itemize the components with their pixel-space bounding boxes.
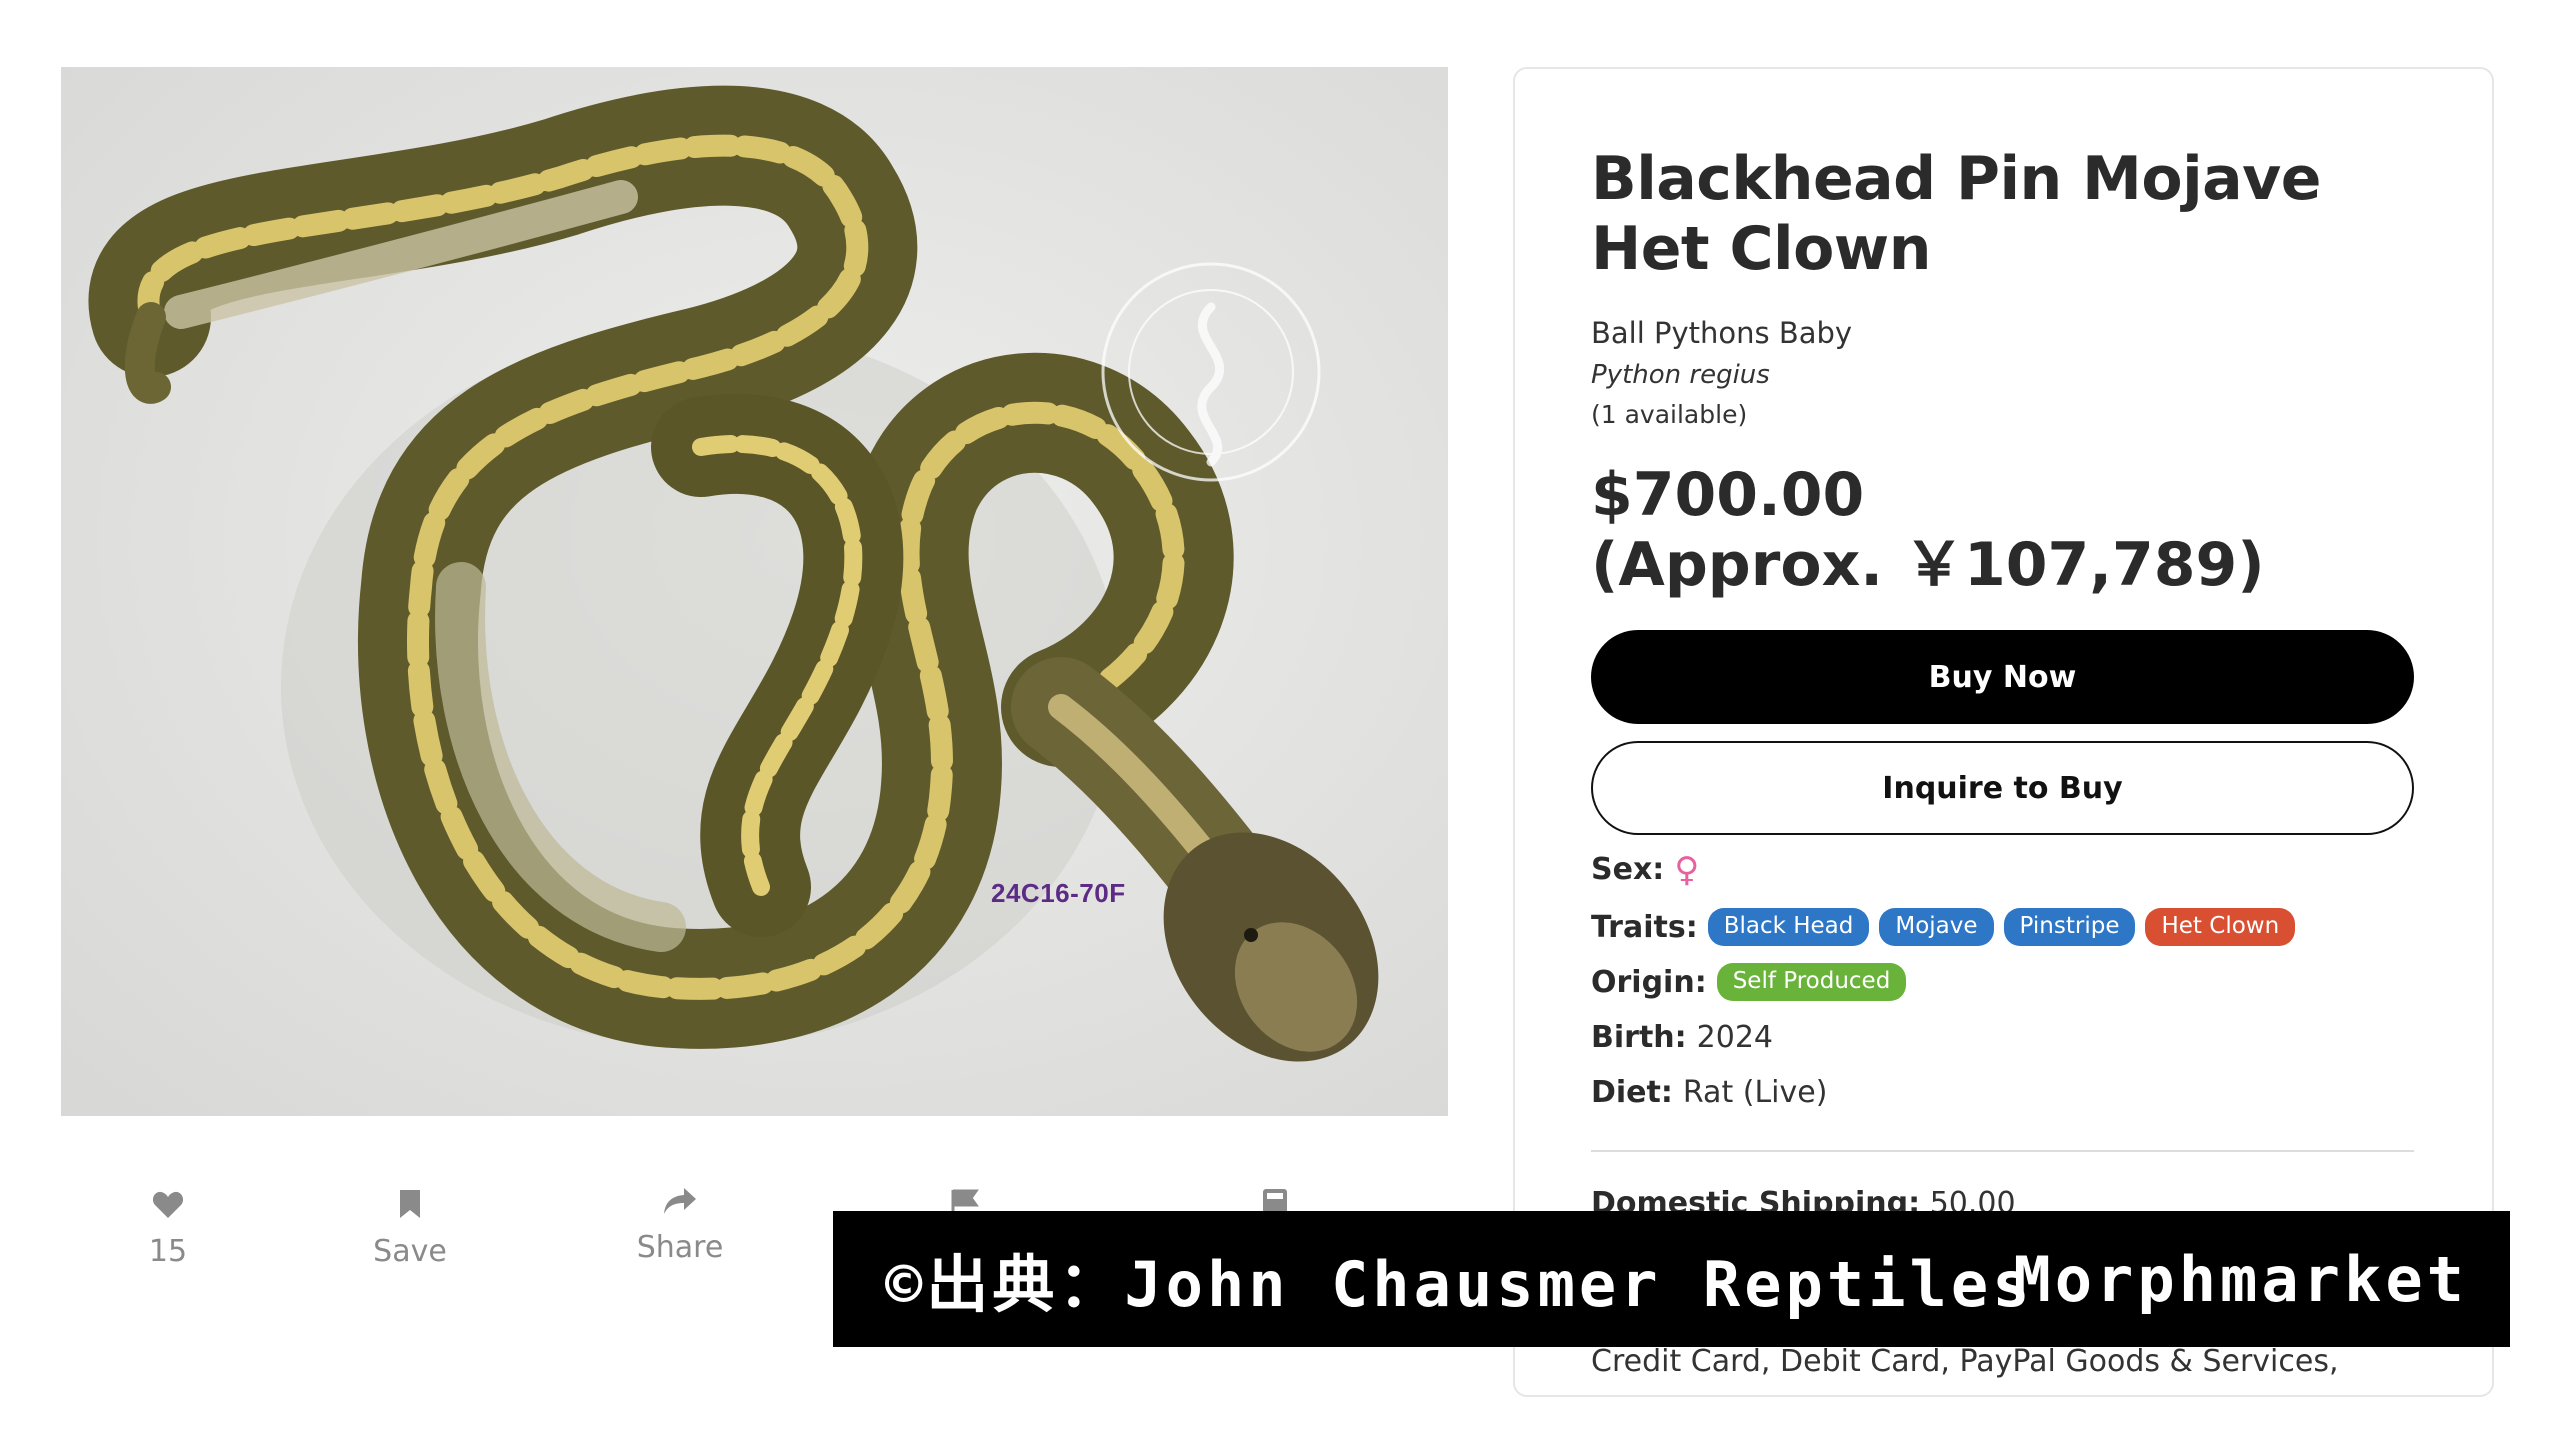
diet-value: Rat (Live) [1682, 1075, 1828, 1110]
price: $700.00 [1591, 460, 1865, 530]
birth-label: Birth: [1591, 1020, 1687, 1055]
traits-row: Traits: Black Head Mojave Pinstripe Het … [1591, 908, 2305, 946]
listing-title: Blackhead Pin Mojave Het Clown [1591, 144, 2321, 284]
species-name: Python regius [1591, 360, 1770, 390]
availability: (1 available) [1591, 400, 1748, 429]
origin-tag[interactable]: Self Produced [1716, 963, 1907, 1001]
payment-methods: Credit Card, Debit Card, PayPal Goods & … [1591, 1344, 2339, 1379]
photo-id-label: 24C16-70F [991, 878, 1126, 908]
share-button[interactable]: Share [615, 1186, 745, 1265]
origin-row: Origin: Self Produced [1591, 963, 1916, 1001]
birth-value: 2024 [1696, 1020, 1773, 1055]
buy-now-button[interactable]: Buy Now [1591, 630, 2414, 724]
share-label: Share [636, 1230, 724, 1265]
female-icon: ♀ [1674, 849, 1700, 890]
bookmark-icon [400, 1190, 420, 1218]
like-button[interactable]: 15 [120, 1190, 216, 1269]
price-approx: (Approx. ￥107,789) [1591, 530, 2265, 600]
trait-tag[interactable]: Het Clown [2145, 908, 2296, 946]
share-icon [664, 1188, 696, 1214]
source-credit: ©出典：John Chausmer Reptiles [885, 1248, 2034, 1321]
snake-image [61, 67, 1448, 1116]
traits-label: Traits: [1591, 909, 1698, 945]
birth-row: Birth: 2024 [1591, 1020, 1773, 1055]
source-banner: ©出典：John Chausmer Reptiles Morphmarket [833, 1211, 2510, 1347]
origin-label: Origin: [1591, 964, 1707, 1000]
diet-row: Diet: Rat (Live) [1591, 1075, 1827, 1110]
diet-label: Diet: [1591, 1075, 1673, 1110]
price-block: $700.00 (Approx. ￥107,789) [1591, 460, 2265, 600]
sex-label: Sex: [1591, 852, 1665, 887]
product-photo[interactable]: 24C16-70F [61, 67, 1448, 1116]
heart-icon [152, 1191, 184, 1218]
like-count: 15 [148, 1234, 188, 1269]
trait-tag[interactable]: Black Head [1707, 908, 1870, 946]
site-credit: Morphmarket [2013, 1242, 2468, 1316]
save-label: Save [373, 1234, 447, 1269]
listing-category: Ball Pythons Baby [1591, 316, 1853, 350]
trait-tag[interactable]: Mojave [1879, 908, 1994, 946]
listing-page: 24C16-70F 15 Save Share Blackhead Pin Mo… [0, 0, 2560, 1440]
trait-tag[interactable]: Pinstripe [2003, 908, 2136, 946]
inquire-button[interactable]: Inquire to Buy [1591, 741, 2414, 835]
divider [1591, 1150, 2414, 1152]
save-button[interactable]: Save [350, 1188, 470, 1269]
sex-row: Sex: ♀ [1591, 852, 1699, 887]
